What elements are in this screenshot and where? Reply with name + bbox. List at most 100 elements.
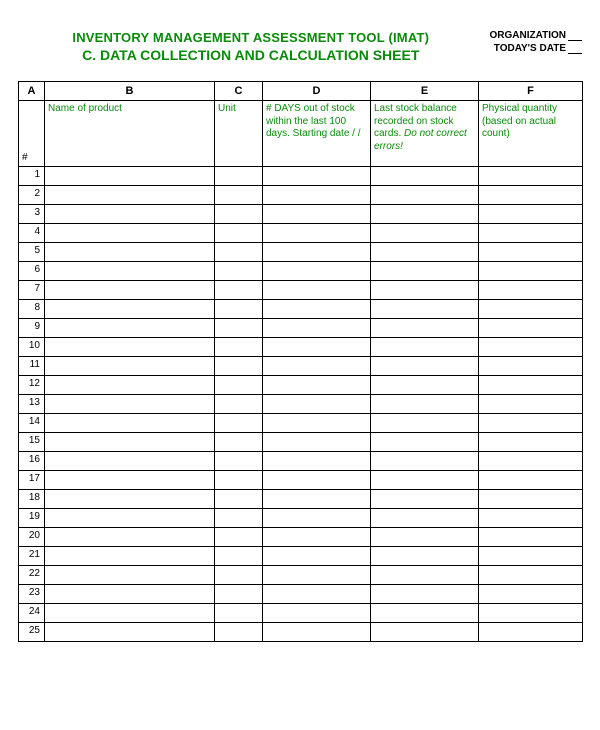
row-number: 10 — [19, 338, 45, 357]
cell — [45, 585, 215, 604]
row-number: 24 — [19, 604, 45, 623]
row-number: 18 — [19, 490, 45, 509]
cell — [479, 395, 583, 414]
cell — [215, 262, 263, 281]
header-e: Last stock balance recorded on stock car… — [371, 101, 479, 167]
table-row: 2 — [19, 186, 583, 205]
cell — [45, 509, 215, 528]
row-number: 22 — [19, 566, 45, 585]
col-letter-f: F — [479, 82, 583, 101]
cell — [263, 452, 371, 471]
cell — [45, 224, 215, 243]
cell — [215, 528, 263, 547]
column-header-row: # Name of product Unit # DAYS out of sto… — [19, 101, 583, 167]
cell — [479, 186, 583, 205]
cell — [45, 433, 215, 452]
cell — [45, 471, 215, 490]
cell — [479, 623, 583, 642]
table-row: 22 — [19, 566, 583, 585]
row-number: 16 — [19, 452, 45, 471]
cell — [263, 414, 371, 433]
table-row: 25 — [19, 623, 583, 642]
cell — [45, 414, 215, 433]
cell — [215, 376, 263, 395]
cell — [479, 262, 583, 281]
cell — [215, 452, 263, 471]
cell — [371, 357, 479, 376]
title-line-1: INVENTORY MANAGEMENT ASSESSMENT TOOL (IM… — [18, 30, 484, 45]
cell — [263, 357, 371, 376]
row-number: 23 — [19, 585, 45, 604]
row-number: 21 — [19, 547, 45, 566]
cell — [263, 186, 371, 205]
meta-block: ORGANIZATION TODAY'S DATE — [490, 30, 582, 56]
cell — [479, 414, 583, 433]
table-row: 5 — [19, 243, 583, 262]
cell — [263, 243, 371, 262]
cell — [263, 433, 371, 452]
meta-organization: ORGANIZATION — [490, 30, 582, 41]
cell — [263, 205, 371, 224]
col-letter-e: E — [371, 82, 479, 101]
cell — [215, 243, 263, 262]
cell — [263, 566, 371, 585]
cell — [263, 262, 371, 281]
cell — [371, 338, 479, 357]
row-number: 8 — [19, 300, 45, 319]
row-number: 11 — [19, 357, 45, 376]
row-number: 13 — [19, 395, 45, 414]
table-row: 3 — [19, 205, 583, 224]
col-letter-a: A — [19, 82, 45, 101]
row-number: 3 — [19, 205, 45, 224]
row-number: 6 — [19, 262, 45, 281]
table-row: 17 — [19, 471, 583, 490]
row-number: 20 — [19, 528, 45, 547]
meta-date-label: TODAY'S DATE — [494, 43, 566, 54]
data-sheet-table: A B C D E F # Name of product Unit # DAY… — [18, 81, 583, 642]
row-number: 17 — [19, 471, 45, 490]
cell — [215, 186, 263, 205]
cell — [479, 281, 583, 300]
cell — [215, 338, 263, 357]
cell — [479, 547, 583, 566]
cell — [45, 281, 215, 300]
top-row: INVENTORY MANAGEMENT ASSESSMENT TOOL (IM… — [18, 30, 582, 63]
cell — [371, 509, 479, 528]
cell — [263, 490, 371, 509]
cell — [263, 300, 371, 319]
cell — [45, 395, 215, 414]
table-row: 14 — [19, 414, 583, 433]
row-number: 7 — [19, 281, 45, 300]
header-d: # DAYS out of stock within the last 100 … — [263, 101, 371, 167]
cell — [263, 623, 371, 642]
cell — [371, 566, 479, 585]
cell — [45, 528, 215, 547]
cell — [45, 300, 215, 319]
table-row: 19 — [19, 509, 583, 528]
cell — [371, 528, 479, 547]
cell — [479, 433, 583, 452]
cell — [479, 205, 583, 224]
cell — [263, 471, 371, 490]
table-row: 11 — [19, 357, 583, 376]
cell — [371, 395, 479, 414]
cell — [215, 623, 263, 642]
column-letter-row: A B C D E F — [19, 82, 583, 101]
cell — [371, 604, 479, 623]
cell — [45, 357, 215, 376]
cell — [45, 167, 215, 186]
cell — [371, 490, 479, 509]
cell — [263, 281, 371, 300]
cell — [45, 547, 215, 566]
cell — [479, 357, 583, 376]
cell — [371, 623, 479, 642]
table-row: 7 — [19, 281, 583, 300]
cell — [263, 167, 371, 186]
cell — [215, 395, 263, 414]
data-rows: 1234567891011121314151617181920212223242… — [19, 167, 583, 642]
cell — [263, 319, 371, 338]
table-row: 23 — [19, 585, 583, 604]
cell — [215, 414, 263, 433]
row-number: 25 — [19, 623, 45, 642]
col-letter-b: B — [45, 82, 215, 101]
